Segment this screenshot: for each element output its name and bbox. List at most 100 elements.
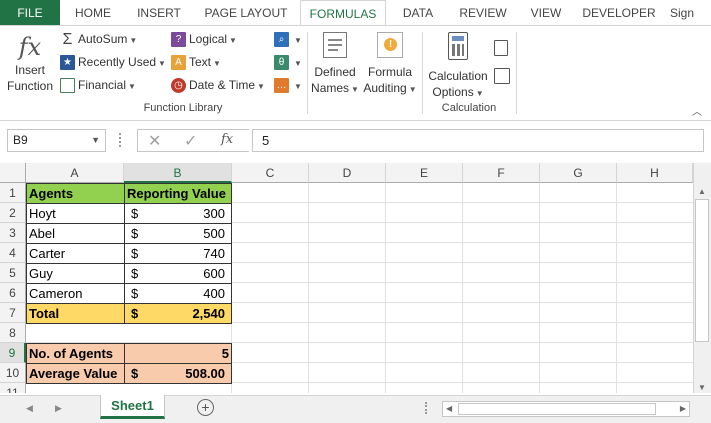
cell-a6[interactable]: Cameron	[26, 283, 125, 304]
cell-b7[interactable]: $2,540	[124, 303, 232, 324]
formula-auditing-button[interactable]: ! Formula Auditing ▼	[362, 32, 418, 98]
chevron-down-icon: ▼	[475, 89, 484, 98]
empty-row-11[interactable]	[26, 383, 232, 393]
lookup-reference-button[interactable]: ⌕ ▼	[274, 29, 302, 49]
tab-file[interactable]: FILE	[0, 0, 60, 26]
cell-a9[interactable]: No. of Agents	[26, 343, 125, 364]
scroll-left-icon[interactable]: ◀	[446, 404, 452, 413]
tab-home[interactable]: HOME	[62, 0, 124, 26]
sigma-icon: Σ	[62, 31, 73, 49]
collapse-ribbon-icon[interactable]: ︿	[692, 103, 702, 118]
more-functions-button[interactable]: … ▼	[274, 75, 302, 95]
calculation-group-label: Calculation	[441, 102, 497, 114]
empty-cells[interactable]	[232, 183, 693, 393]
text-icon: A	[171, 55, 186, 71]
column-header-e[interactable]: E	[386, 163, 463, 183]
scroll-up-icon[interactable]: ▲	[698, 187, 706, 196]
currency-symbol: $	[131, 266, 139, 281]
sheet-next-icon[interactable]: ▶	[55, 403, 62, 414]
formula-bar-resize-handle[interactable]	[119, 133, 121, 147]
enter-check-icon[interactable]: ✓	[184, 131, 197, 151]
column-header-f[interactable]: F	[463, 163, 540, 183]
column-header-d[interactable]: D	[309, 163, 386, 183]
cell-a5[interactable]: Guy	[26, 263, 125, 284]
chevron-down-icon[interactable]: ▼	[91, 130, 100, 151]
row-header-5[interactable]: 5	[0, 263, 26, 283]
row-header-3[interactable]: 3	[0, 223, 26, 243]
currency-symbol: $	[131, 226, 139, 241]
row-header-1[interactable]: 1	[0, 183, 26, 203]
sheet-tab-bar: ◀ ▶ Sheet1 + ◀ ▶	[0, 395, 711, 423]
add-sheet-icon[interactable]: +	[197, 399, 214, 416]
calculate-now-icon[interactable]	[494, 40, 508, 56]
cell-b1[interactable]: Reporting Value	[124, 183, 232, 204]
cell-b4[interactable]: $740	[124, 243, 232, 264]
logical-button[interactable]: ? Logical ▼	[171, 29, 237, 49]
cell-value: 508.00	[185, 366, 225, 381]
vertical-scrollbar[interactable]: ▲ ▼	[693, 163, 711, 393]
math-trig-button[interactable]: θ ▼	[274, 52, 302, 72]
defined-names-label-1: Defined	[314, 65, 356, 79]
row-header-8[interactable]: 8	[0, 323, 26, 343]
tab-formulas[interactable]: FORMULAS	[300, 0, 386, 27]
select-all-corner[interactable]	[0, 163, 26, 183]
cell-a1[interactable]: Agents	[26, 183, 125, 204]
insert-function-icon[interactable]: fx	[221, 132, 233, 147]
tab-data[interactable]: DATA	[389, 0, 447, 26]
cell-b2[interactable]: $300	[124, 203, 232, 224]
tab-sign-in[interactable]: Sign	[670, 0, 711, 26]
tab-page-layout[interactable]: PAGE LAYOUT	[194, 0, 298, 26]
scroll-right-icon[interactable]: ▶	[680, 404, 686, 413]
column-header-c[interactable]: C	[232, 163, 309, 183]
cell-a7[interactable]: Total	[26, 303, 125, 324]
column-header-b[interactable]: B	[124, 163, 232, 183]
worksheet-grid[interactable]: A B C D E F G H 1 2 3 4 5 6 7 8 9 10 11 …	[0, 163, 711, 393]
row-header-11[interactable]: 11	[0, 383, 26, 393]
row-header-4[interactable]: 4	[0, 243, 26, 263]
recently-used-button[interactable]: ★ Recently Used ▼	[60, 52, 166, 72]
cell-b3[interactable]: $500	[124, 223, 232, 244]
column-header-g[interactable]: G	[540, 163, 617, 183]
tab-insert[interactable]: INSERT	[126, 0, 192, 26]
row-header-6[interactable]: 6	[0, 283, 26, 303]
row-header-7[interactable]: 7	[0, 303, 26, 323]
insert-function-button[interactable]: fx Insert Function	[2, 32, 58, 94]
financial-button[interactable]: Financial ▼	[60, 75, 136, 95]
date-time-button[interactable]: ◷ Date & Time ▼	[171, 75, 265, 95]
cell-a2[interactable]: Hoyt	[26, 203, 125, 224]
formula-input[interactable]: 5∨	[252, 129, 704, 152]
empty-row-8[interactable]	[26, 323, 232, 343]
horizontal-scrollbar[interactable]: ◀ ▶	[442, 401, 690, 417]
name-box[interactable]: B9 ▼	[7, 129, 106, 152]
column-header-a[interactable]: A	[26, 163, 124, 183]
tab-developer[interactable]: DEVELOPER	[576, 0, 662, 26]
sheet-tab-sheet1[interactable]: Sheet1	[100, 395, 165, 419]
text-button[interactable]: A Text ▼	[171, 52, 221, 72]
cell-b9[interactable]: 5	[124, 343, 232, 364]
row-header-10[interactable]: 10	[0, 363, 26, 383]
scroll-down-icon[interactable]: ▼	[698, 383, 706, 392]
column-header-h[interactable]: H	[617, 163, 693, 183]
row-header-9[interactable]: 9	[0, 343, 26, 363]
cell-b6[interactable]: $400	[124, 283, 232, 304]
sheet-prev-icon[interactable]: ◀	[26, 403, 33, 414]
tab-view[interactable]: VIEW	[519, 0, 573, 26]
calculation-options-button[interactable]: Calculation Options ▼	[426, 32, 490, 102]
cell-b5[interactable]: $600	[124, 263, 232, 284]
defined-names-button[interactable]: Defined Names ▼	[311, 32, 359, 98]
cell-a4[interactable]: Carter	[26, 243, 125, 264]
horizontal-scroll-thumb[interactable]	[458, 403, 656, 415]
vertical-scroll-thumb[interactable]	[695, 199, 709, 342]
cell-a3[interactable]: Abel	[26, 223, 125, 244]
tab-split-handle[interactable]	[425, 402, 427, 414]
tab-review[interactable]: REVIEW	[449, 0, 517, 26]
cancel-icon[interactable]: ✕	[148, 131, 161, 151]
calculate-sheet-icon[interactable]	[494, 68, 510, 84]
cell-a10[interactable]: Average Value	[26, 363, 125, 384]
cell-b10[interactable]: $508.00	[124, 363, 232, 384]
chevron-down-icon: ▼	[294, 36, 302, 45]
autosum-button[interactable]: Σ AutoSum ▼	[60, 29, 138, 49]
chevron-down-icon: ▼	[351, 85, 359, 94]
row-header-2[interactable]: 2	[0, 203, 26, 223]
text-label: Text	[189, 55, 212, 69]
